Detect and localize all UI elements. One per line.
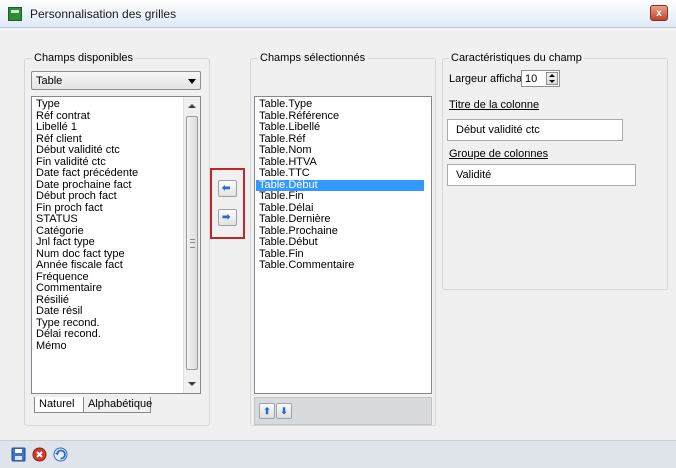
column-title-value: Début validité ctc	[456, 124, 540, 136]
selected-fields-list[interactable]: Table.Type Table.Référence Table.Libellé Ta…	[254, 96, 432, 394]
footer-toolbar	[0, 440, 676, 468]
grip-icon	[190, 239, 195, 248]
arrow-right-icon: ➡	[222, 212, 231, 223]
display-width-spinner[interactable]: 10	[521, 70, 560, 87]
available-field-item[interactable]: Délai recond.	[36, 328, 138, 341]
selected-field-item[interactable]: Table.Type	[259, 98, 424, 111]
selected-field-item[interactable]: Table.Libellé	[259, 121, 424, 134]
tab-alphabetique[interactable]: Alphabétique	[83, 397, 152, 413]
transfer-buttons-highlight: ⬅ ➡	[210, 168, 245, 239]
selected-fields-label: Champs sélectionnés	[258, 52, 368, 64]
column-title-label: Titre de la colonne	[449, 99, 540, 111]
close-button[interactable]: x	[650, 5, 668, 21]
reset-button[interactable]	[53, 447, 68, 462]
reorder-toolbar: ⬆ ⬇	[254, 397, 432, 425]
available-field-item[interactable]: Début proch fact	[36, 190, 138, 203]
scroll-down-icon[interactable]	[188, 382, 196, 386]
column-group-value: Validité	[456, 169, 492, 181]
move-left-button[interactable]: ⬅	[218, 180, 237, 197]
display-width-value: 10	[525, 73, 538, 85]
move-up-button[interactable]: ⬆	[259, 403, 275, 419]
move-right-button[interactable]: ➡	[218, 209, 237, 226]
available-field-item[interactable]: Libellé 1	[36, 121, 138, 134]
available-field-item[interactable]: Date fact précédente	[36, 167, 138, 180]
selected-field-item[interactable]: Table.Début	[259, 236, 424, 249]
column-group-field[interactable]: Validité	[447, 164, 636, 186]
window-title: Personnalisation des grilles	[30, 7, 177, 21]
move-down-button[interactable]: ⬇	[276, 403, 292, 419]
arrow-left-icon: ⬅	[222, 183, 231, 194]
reset-icon	[53, 447, 68, 462]
selected-field-item[interactable]: Table.Commentaire	[259, 259, 424, 272]
available-field-item[interactable]: Date résil	[36, 305, 138, 318]
scrollbar[interactable]	[183, 97, 200, 393]
app-icon	[8, 7, 22, 21]
cancel-button[interactable]	[32, 447, 47, 462]
available-field-item[interactable]: Commentaire	[36, 282, 138, 295]
scroll-up-icon[interactable]	[188, 104, 196, 108]
save-icon	[11, 447, 26, 462]
selected-field-item[interactable]: Table.Nom	[259, 144, 424, 157]
chevron-down-icon[interactable]	[188, 79, 196, 84]
selected-field-item[interactable]: Table.Fin	[259, 190, 424, 203]
save-button[interactable]	[11, 447, 26, 462]
column-title-field[interactable]: Début validité ctc	[447, 119, 623, 141]
available-field-item[interactable]: Début validité ctc	[36, 144, 138, 157]
available-field-item[interactable]: Jnl fact type	[36, 236, 138, 249]
table-combo[interactable]: Table	[31, 71, 201, 90]
field-properties-label: Caractéristiques du champ	[449, 52, 584, 64]
selected-field-item[interactable]: Table.Dernière	[259, 213, 424, 226]
available-field-item[interactable]: STATUS	[36, 213, 138, 226]
spinner-arrows-icon[interactable]	[546, 72, 558, 85]
arrow-down-icon: ⬇	[280, 406, 288, 416]
available-fields-label: Champs disponibles	[32, 52, 136, 64]
table-combo-value: Table	[36, 75, 63, 87]
available-field-item[interactable]: Mémo	[36, 340, 138, 353]
available-field-item[interactable]: Année fiscale fact	[36, 259, 138, 272]
cancel-icon	[32, 447, 47, 462]
available-field-item[interactable]: Type	[36, 98, 138, 111]
column-group-label: Groupe de colonnes	[449, 148, 549, 160]
title-bar: Personnalisation des grilles x	[0, 0, 676, 28]
tab-naturel[interactable]: Naturel	[34, 397, 84, 413]
available-fields-list[interactable]: Type Réf contrat Libellé 1 Réf client Début …	[31, 96, 201, 394]
scroll-thumb[interactable]	[186, 116, 198, 370]
selected-field-item[interactable]: Table.TTC	[259, 167, 424, 180]
arrow-up-icon: ⬆	[263, 406, 271, 416]
